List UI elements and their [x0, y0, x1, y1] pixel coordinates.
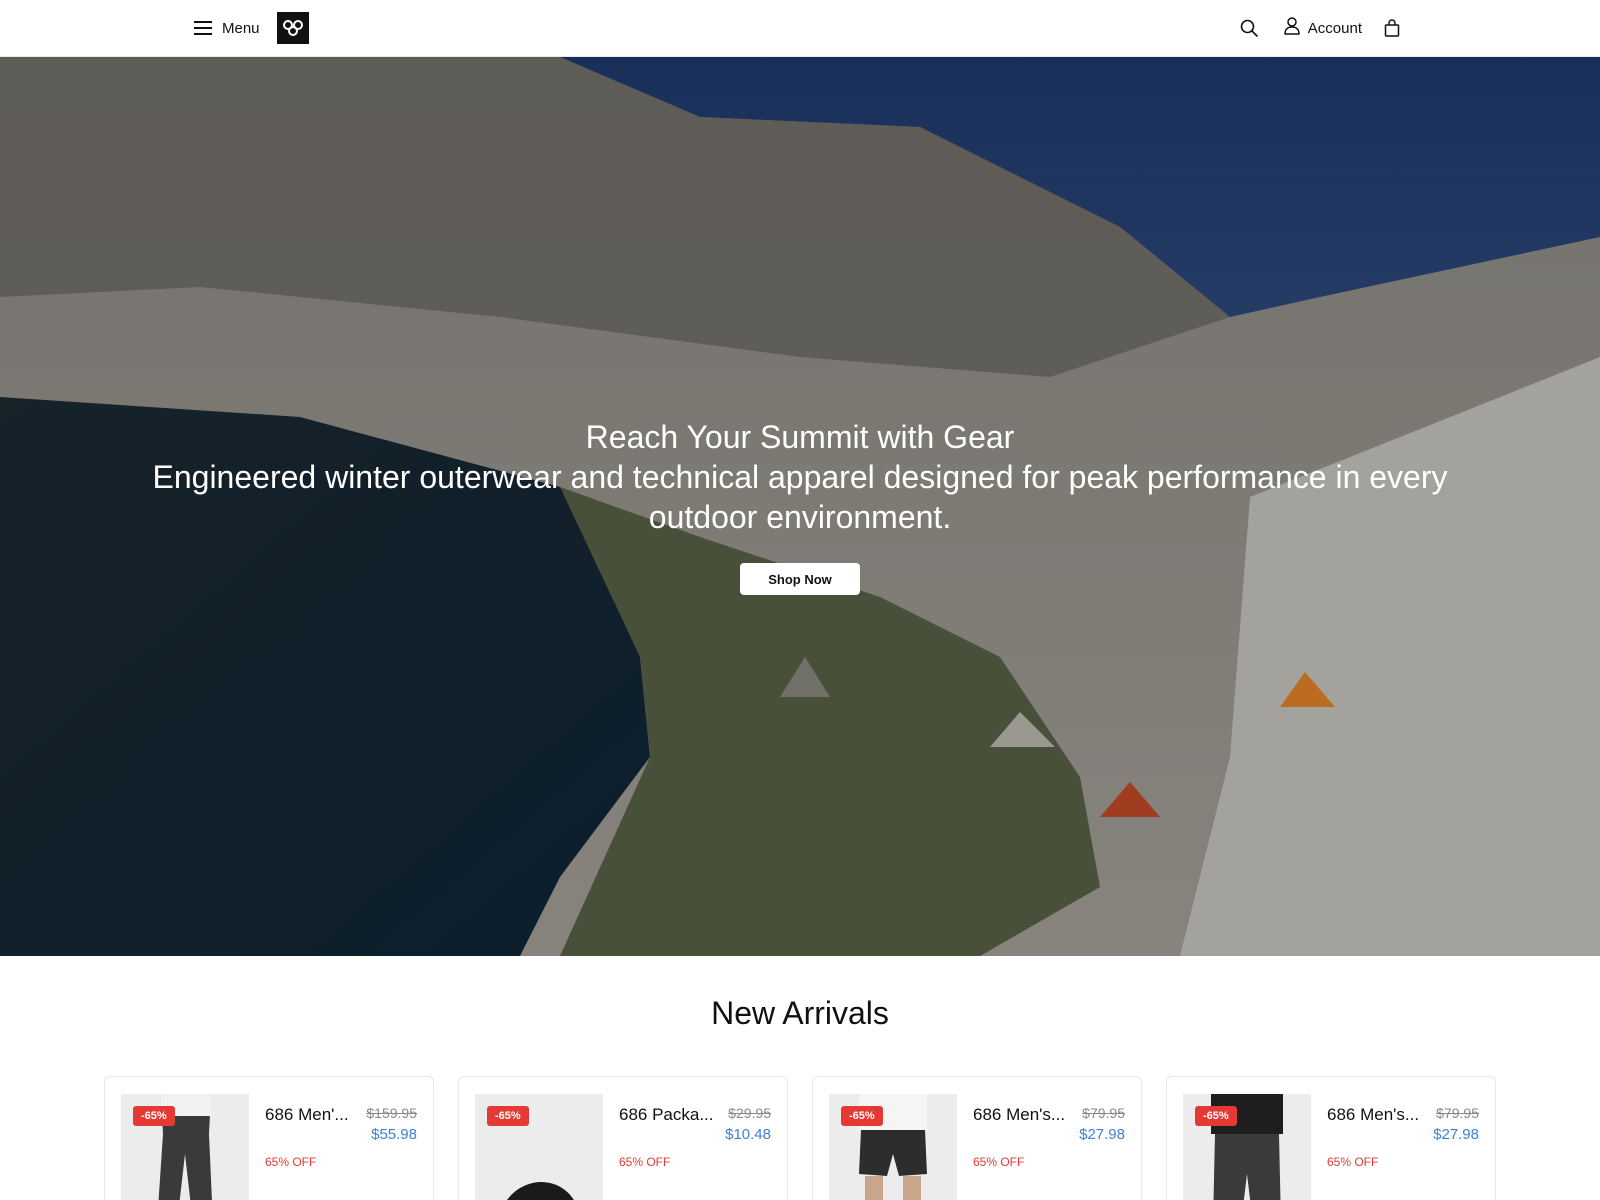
brand-logo[interactable]	[277, 12, 309, 44]
menu-label: Menu	[222, 19, 260, 37]
product-card[interactable]: -65% 686 Men's... $79.95 $27.98 65% OFF	[1166, 1076, 1496, 1200]
product-name: 686 Men'...	[265, 1105, 349, 1124]
product-name: 686 Men's...	[1327, 1105, 1420, 1124]
product-card[interactable]: -65% 686 Men's... $79.95 $27.98 65% OFF	[812, 1076, 1142, 1200]
product-image: -65%	[121, 1094, 249, 1200]
product-card[interactable]: -65% 686 Men'... $159.95 $55.98 65% OFF	[104, 1076, 434, 1200]
product-sale-price: $10.48	[725, 1126, 771, 1143]
product-sale-price: $27.98	[1433, 1126, 1479, 1143]
discount-badge: -65%	[1195, 1106, 1237, 1126]
hero-title: Reach Your Summit with Gear	[585, 419, 1015, 455]
product-list: -65% 686 Men'... $159.95 $55.98 65% OFF …	[104, 1076, 1496, 1200]
product-original-price: $79.95	[1082, 1105, 1125, 1121]
shop-now-button[interactable]: Shop Now	[740, 563, 860, 595]
discount-badge: -65%	[133, 1106, 175, 1126]
hero-text: Reach Your Summit with Gear Engineered w…	[100, 417, 1500, 537]
product-name: 686 Men's...	[973, 1105, 1066, 1124]
discount-badge: -65%	[487, 1106, 529, 1126]
product-original-price: $159.95	[366, 1105, 417, 1121]
product-name: 686 Packa...	[619, 1105, 714, 1124]
product-discount-label: 65% OFF	[973, 1155, 1025, 1169]
site-header: Menu Account	[0, 0, 1600, 57]
product-card[interactable]: -65% 686 Packa... $29.95 $10.48 65% OFF	[458, 1076, 788, 1200]
product-original-price: $79.95	[1436, 1105, 1479, 1121]
product-image: -65%	[475, 1094, 603, 1200]
user-icon	[1284, 16, 1300, 40]
product-discount-label: 65% OFF	[265, 1155, 317, 1169]
product-image: -65%	[829, 1094, 957, 1200]
hero-subtitle: Engineered winter outerwear and technica…	[152, 459, 1448, 535]
hamburger-icon	[194, 21, 212, 35]
search-icon[interactable]	[1240, 19, 1258, 37]
hero-banner: Reach Your Summit with Gear Engineered w…	[0, 57, 1600, 956]
account-button[interactable]: Account	[1284, 16, 1362, 40]
product-discount-label: 65% OFF	[619, 1155, 671, 1169]
product-image: -65%	[1183, 1094, 1311, 1200]
header-actions: Account	[1240, 16, 1400, 40]
product-original-price: $29.95	[728, 1105, 771, 1121]
menu-button[interactable]: Menu	[194, 16, 260, 40]
shopping-bag-icon[interactable]	[1384, 19, 1400, 37]
section-title-new-arrivals: New Arrivals	[711, 995, 889, 1031]
discount-badge: -65%	[841, 1106, 883, 1126]
product-sale-price: $27.98	[1079, 1126, 1125, 1143]
product-sale-price: $55.98	[371, 1126, 417, 1143]
product-discount-label: 65% OFF	[1327, 1155, 1379, 1169]
account-label: Account	[1307, 19, 1362, 37]
